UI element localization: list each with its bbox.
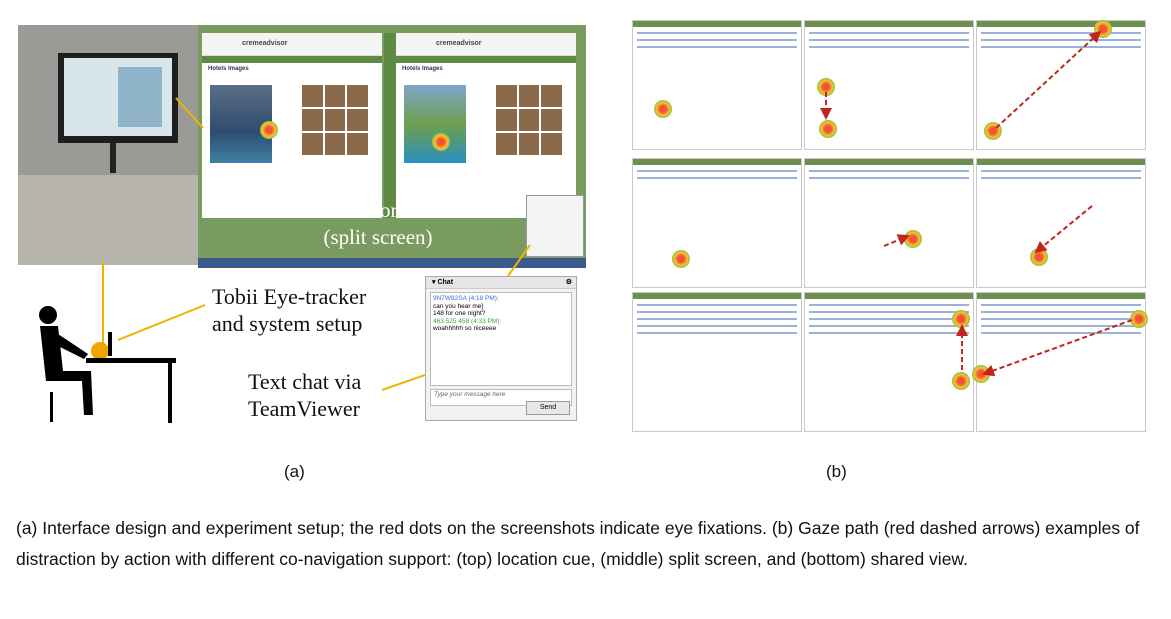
chat-window: ▾ Chat ⚙ 9N7W82SA (4:18 PM): can you hear… [425,276,577,421]
gaze-path-arrows [820,30,1133,377]
tracker-label: Tobii Eye-tracker and system setup [212,284,367,336]
sublabel-b: (b) [826,462,847,481]
gaze-grid [632,20,1148,432]
sublabel-a: (a) [284,462,305,481]
chat-title: ▾ Chat ⚙ [426,277,576,289]
send-button[interactable]: Send [526,401,570,415]
figure-caption: (a) Interface design and experiment setu… [16,518,1140,569]
chat-label: Text chat via TeamViewer [248,369,362,421]
chat-messages: 9N7W82SA (4:18 PM): can you hear me] 148… [430,292,572,386]
gear-icon[interactable]: ⚙ [566,277,572,288]
participant-silhouette-icon [39,306,176,423]
